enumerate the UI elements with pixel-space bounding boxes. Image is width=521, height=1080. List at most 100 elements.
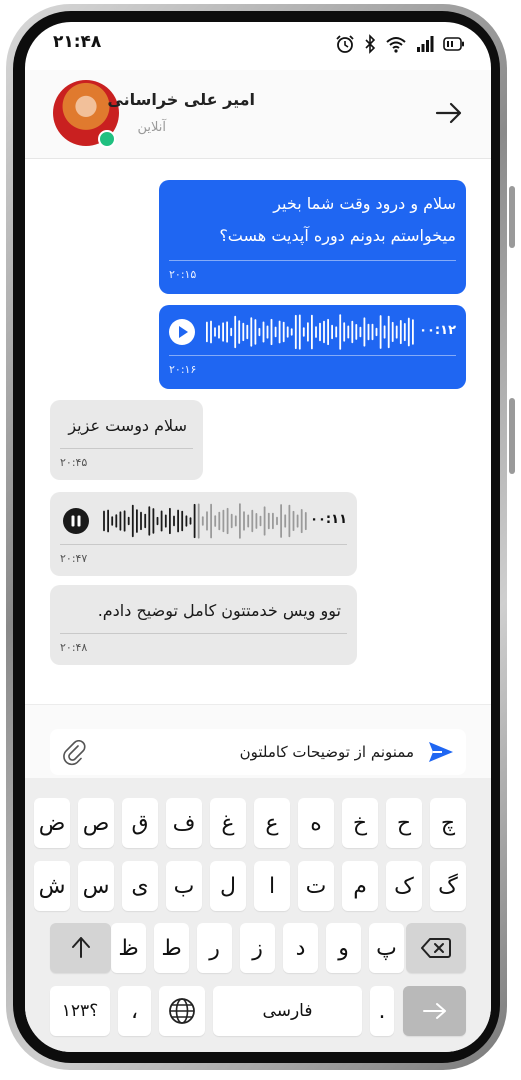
globe-icon [169, 998, 195, 1024]
waveform-bar [280, 504, 282, 538]
key-letter[interactable]: ص [78, 798, 114, 848]
language-key[interactable] [159, 986, 205, 1036]
waveform-bar [302, 327, 305, 337]
waveform-bar [290, 328, 293, 336]
waveform-bar [294, 314, 297, 350]
key-letter[interactable]: ق [122, 798, 158, 848]
waveform-bar [197, 503, 200, 539]
backspace-key[interactable] [406, 923, 466, 973]
enter-key[interactable] [403, 986, 466, 1036]
key-letter[interactable]: ه [298, 798, 334, 848]
key-letter[interactable]: گ [430, 861, 466, 911]
waveform-bar [177, 509, 179, 533]
key-letter[interactable]: ک [386, 861, 422, 911]
voice-message-outgoing[interactable]: ۰۰:۱۲ ۲۰:۱۶ [159, 305, 466, 389]
pause-icon[interactable] [62, 507, 90, 535]
numbers-key[interactable]: ؟۱۲۳ [50, 986, 110, 1036]
waveform-bar [282, 321, 285, 343]
waveform-bar [339, 314, 342, 350]
waveform-bar [278, 320, 281, 344]
contact-status: آنلاین [137, 120, 166, 135]
period-key[interactable]: . [370, 986, 394, 1036]
voice-message-incoming[interactable]: ۰۰:۱۱ ۲۰:۴۷ [50, 492, 357, 576]
message-divider [60, 448, 193, 449]
waveform-bar [363, 317, 366, 347]
shift-icon [71, 937, 90, 958]
space-key[interactable]: فارسی [213, 986, 362, 1036]
waveform-bar [292, 510, 295, 531]
message-text: سلام و درود وقت شما بخیر [273, 194, 456, 213]
waveform-bar [238, 320, 241, 344]
key-letter[interactable]: م [342, 861, 378, 911]
waveform-bar [152, 508, 155, 534]
key-letter[interactable]: د [283, 923, 318, 973]
key-letter[interactable]: پ [369, 923, 404, 973]
waveform-bar [218, 325, 220, 339]
comma-key[interactable]: ، [118, 986, 151, 1036]
message-bubble-incoming[interactable]: توو ویس خدمتتون کامل توضیح دادم. ۲۰:۴۸ [50, 585, 357, 665]
contact-name: امیر علی خراسانی [107, 90, 255, 109]
waveform-bar [164, 514, 167, 528]
message-bubble-outgoing[interactable]: سلام و درود وقت شما بخیر میخواستم بدونم … [159, 180, 466, 294]
key-letter[interactable]: خ [342, 798, 378, 848]
key-letter[interactable]: ف [166, 798, 202, 848]
waveform-bar [242, 322, 245, 342]
power-button [509, 398, 515, 474]
waveform-bar [250, 317, 253, 347]
waveform-bar [276, 516, 278, 526]
waveform-bar [193, 503, 196, 539]
key-letter[interactable]: ا [254, 861, 290, 911]
key-letter[interactable]: ل [210, 861, 246, 911]
key-letter[interactable]: غ [210, 798, 246, 848]
back-arrow-icon[interactable] [435, 102, 463, 124]
play-icon[interactable] [168, 318, 196, 346]
message-text: میخواستم بدونم دوره آپدیت هست؟ [219, 226, 456, 245]
key-letter[interactable]: ض [34, 798, 70, 848]
volume-button [509, 186, 515, 248]
alarm-icon [336, 35, 354, 53]
waveform-bar [262, 321, 265, 343]
waveform-bar [315, 326, 317, 338]
status-time: ۲۱:۴۸ [53, 32, 102, 52]
waveform-bar [111, 516, 114, 526]
key-letter[interactable]: س [78, 861, 114, 911]
waveform-bar [218, 511, 221, 531]
send-icon[interactable] [428, 740, 454, 764]
waveform-bar [234, 515, 237, 527]
waveform-bar [201, 516, 204, 526]
key-letter[interactable]: و [326, 923, 361, 973]
signal-icon [417, 36, 434, 52]
key-letter[interactable]: ح [386, 798, 422, 848]
message-bubble-incoming[interactable]: سلام دوست عزیز ۲۰:۴۵ [50, 400, 203, 480]
attach-icon[interactable] [62, 740, 88, 766]
message-input[interactable]: ممنونم از توضیحات کاملتون [50, 729, 466, 775]
key-letter[interactable]: چ [430, 798, 466, 848]
waveform-bar [286, 326, 289, 338]
waveform-bar [412, 319, 414, 345]
waveform-bar [226, 507, 229, 535]
key-letter[interactable]: ب [166, 861, 202, 911]
enter-arrow-icon [422, 1003, 446, 1019]
key-letter[interactable]: ع [254, 798, 290, 848]
online-indicator [98, 130, 116, 148]
waveform-bar [343, 322, 346, 342]
waveform-bar [391, 321, 394, 342]
key-letter[interactable]: ظ [111, 923, 146, 973]
key-letter[interactable]: ر [197, 923, 232, 973]
key-letter[interactable]: ش [34, 861, 70, 911]
key-letter[interactable]: ط [154, 923, 189, 973]
key-letter[interactable]: ی [122, 861, 158, 911]
waveform-bar [181, 510, 184, 532]
waveform-bar [255, 513, 258, 529]
message-time: ۲۰:۱۵ [169, 268, 197, 281]
key-letter[interactable]: ز [240, 923, 275, 973]
audio-waveform [103, 503, 307, 539]
message-time: ۲۰:۱۶ [169, 363, 197, 376]
waveform-bar [387, 315, 390, 349]
waveform-bar [107, 509, 109, 533]
message-divider [169, 355, 456, 356]
waveform-bar [323, 320, 325, 344]
waveform-bar [288, 504, 291, 538]
shift-key[interactable] [50, 923, 111, 973]
key-letter[interactable]: ت [298, 861, 334, 911]
